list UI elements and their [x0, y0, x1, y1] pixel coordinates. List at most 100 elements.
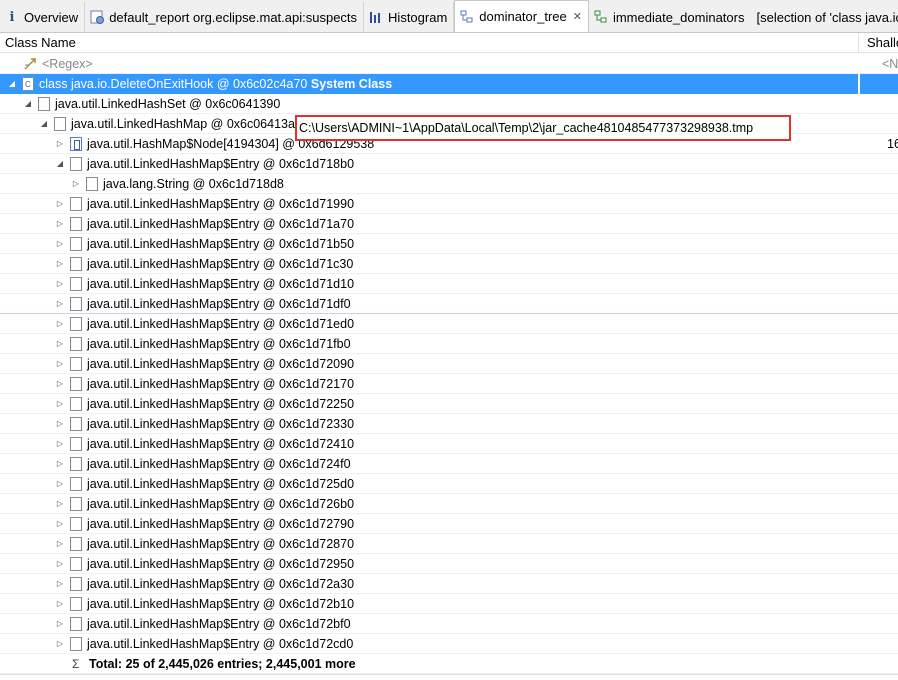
table-row[interactable]: ◢ class java.io.DeleteOnExitHook @ 0x6c0… — [0, 74, 898, 95]
expand-icon[interactable]: ▷ — [54, 494, 66, 514]
column-shallow-heap[interactable]: Shallo — [867, 35, 898, 50]
dominators-icon — [593, 9, 609, 25]
object-icon — [70, 457, 82, 471]
table-row[interactable]: ▷ java.util.LinkedHashMap$Entry @ 0x6c1d7… — [0, 314, 898, 334]
collapse-icon[interactable]: ◢ — [22, 94, 34, 114]
table-row[interactable]: ▷ java.util.LinkedHashMap$Entry @ 0x6c1d7… — [0, 454, 898, 474]
collapse-icon[interactable]: ◢ — [38, 114, 50, 134]
table-row[interactable]: ▷ java.util.LinkedHashMap$Entry @ 0x6c1d7… — [0, 514, 898, 534]
table-row[interactable]: ▷ java.util.LinkedHashMap$Entry @ 0x6c1d7… — [0, 554, 898, 574]
table-row[interactable]: ▷ java.util.LinkedHashMap$Entry @ 0x6c1d7… — [0, 594, 898, 614]
tree-node-label: class java.io.DeleteOnExitHook @ 0x6c02c… — [39, 77, 393, 91]
tab-default-report[interactable]: default_report org.eclipse.mat.api:suspe… — [85, 2, 365, 32]
expand-icon[interactable]: ▷ — [54, 454, 66, 474]
table-row[interactable]: ▷ java.util.LinkedHashMap$Entry @ 0x6c1d7… — [0, 254, 898, 274]
tree-node-label: java.util.LinkedHashMap$Entry @ 0x6c1d72… — [87, 617, 351, 631]
shallow-filter-input[interactable]: <N — [882, 54, 898, 74]
info-icon: i — [9, 9, 15, 25]
expand-icon[interactable]: ▷ — [54, 374, 66, 394]
table-row[interactable]: ▷ java.util.LinkedHashMap$Entry @ 0x6c1d7… — [0, 474, 898, 494]
tree-node-label: java.util.LinkedHashMap @ 0x6c06413a0 — [71, 117, 302, 131]
table-row[interactable]: ▷ java.lang.String @ 0x6c1d718d8 — [0, 174, 898, 194]
expand-icon[interactable]: ▷ — [54, 554, 66, 574]
expand-icon[interactable]: ▷ — [54, 334, 66, 354]
expand-icon[interactable]: ▷ — [54, 574, 66, 594]
table-row[interactable]: ▷ java.util.LinkedHashMap$Entry @ 0x6c1d7… — [0, 194, 898, 214]
table-row[interactable]: ▷ java.util.LinkedHashMap$Entry @ 0x6c1d7… — [0, 394, 898, 414]
tab-immediate-dominators[interactable]: immediate_dominators [selection of 'clas… — [589, 2, 898, 32]
expand-icon[interactable]: ▷ — [54, 134, 66, 154]
table-row[interactable]: ▷ java.util.LinkedHashMap$Entry @ 0x6c1d7… — [0, 494, 898, 514]
expand-icon[interactable]: ▷ — [54, 394, 66, 414]
total-row[interactable]: Σ Total: 25 of 2,445,026 entries; 2,445,… — [0, 654, 898, 674]
expand-icon[interactable]: ▷ — [54, 314, 66, 334]
collapse-icon[interactable]: ◢ — [54, 154, 66, 174]
tree-node-label: java.util.LinkedHashMap$Entry @ 0x6c1d71… — [87, 217, 355, 231]
tree-node-label: java.util.LinkedHashMap$Entry @ 0x6c1d72… — [87, 397, 355, 411]
sum-icon: Σ — [72, 657, 80, 671]
expand-icon[interactable]: ▷ — [54, 294, 66, 314]
expand-icon[interactable]: ▷ — [54, 274, 66, 294]
table-row[interactable]: ▷ java.util.LinkedHashMap$Entry @ 0x6c1d7… — [0, 234, 898, 254]
collapse-icon[interactable]: ◢ — [6, 74, 18, 94]
expand-icon[interactable]: ▷ — [54, 354, 66, 374]
tree-node-label: java.util.LinkedHashMap$Entry @ 0x6c1d72… — [87, 377, 355, 391]
object-icon — [70, 637, 82, 651]
object-icon — [70, 517, 82, 531]
expand-icon[interactable]: ▷ — [70, 174, 82, 194]
table-row[interactable]: ▷ java.util.LinkedHashMap$Entry @ 0x6c1d7… — [0, 334, 898, 354]
table-row[interactable]: ▷ java.util.LinkedHashMap$Entry @ 0x6c1d7… — [0, 274, 898, 294]
editor-tab-bar: i Overview default_report org.eclipse.ma… — [0, 0, 898, 33]
expand-icon[interactable]: ▷ — [54, 194, 66, 214]
table-row[interactable]: ▷ java.util.LinkedHashMap$Entry @ 0x6c1d7… — [0, 414, 898, 434]
table-row[interactable]: ▷ java.util.LinkedHashMap$Entry @ 0x6c1d7… — [0, 374, 898, 394]
tree-node-label: java.util.LinkedHashMap$Entry @ 0x6c1d71… — [87, 197, 355, 211]
tree-node-label: java.util.LinkedHashMap$Entry @ 0x6c1d72… — [87, 557, 355, 571]
table-row[interactable]: ▷ java.util.LinkedHashMap$Entry @ 0x6c1d7… — [0, 574, 898, 594]
regex-filter-row[interactable]: <Regex> <N — [0, 54, 898, 74]
regex-input[interactable]: <Regex> — [42, 54, 93, 74]
column-separator[interactable] — [858, 33, 859, 53]
object-icon — [70, 357, 82, 371]
expand-icon[interactable]: ▷ — [54, 594, 66, 614]
tab-label: Histogram — [388, 9, 448, 25]
expand-icon[interactable]: ▷ — [54, 414, 66, 434]
tree-icon — [459, 9, 475, 25]
tab-overview[interactable]: i Overview — [0, 2, 86, 32]
tab-histogram[interactable]: Histogram — [364, 2, 455, 32]
expand-icon[interactable]: ▷ — [54, 634, 66, 654]
column-class-name[interactable]: Class Name — [5, 35, 76, 50]
table-row[interactable]: ▷ java.util.LinkedHashMap$Entry @ 0x6c1d7… — [0, 634, 898, 654]
table-row[interactable]: ▷ java.util.LinkedHashMap$Entry @ 0x6c1d7… — [0, 534, 898, 554]
table-row[interactable]: ◢ java.util.LinkedHashSet @ 0x6c0641390 — [0, 94, 898, 114]
tree-node-label: java.util.LinkedHashMap$Entry @ 0x6c1d72… — [87, 537, 355, 551]
tree-node-label: java.util.LinkedHashMap$Entry @ 0x6c1d72… — [87, 517, 355, 531]
expand-icon[interactable]: ▷ — [54, 434, 66, 454]
expand-icon[interactable]: ▷ — [54, 254, 66, 274]
table-row[interactable]: ▷ java.util.LinkedHashMap$Entry @ 0x6c1d7… — [0, 614, 898, 634]
object-icon — [70, 157, 82, 171]
expand-icon[interactable]: ▷ — [54, 214, 66, 234]
table-row[interactable]: ▷ java.util.LinkedHashMap$Entry @ 0x6c1d7… — [0, 294, 898, 314]
table-row[interactable]: ▷ java.util.LinkedHashMap$Entry @ 0x6c1d7… — [0, 354, 898, 374]
table-row[interactable]: ▷ java.util.LinkedHashMap$Entry @ 0x6c1d7… — [0, 214, 898, 234]
object-icon — [70, 437, 82, 451]
tree-node-label: java.util.LinkedHashMap$Entry @ 0x6c1d72… — [87, 357, 355, 371]
tree-node-label: java.util.LinkedHashMap$Entry @ 0x6c1d71… — [87, 257, 354, 271]
tree-node-label: java.util.LinkedHashMap$Entry @ 0x6c1d72… — [87, 457, 351, 471]
close-icon[interactable]: ✕ — [573, 10, 582, 23]
expand-icon[interactable]: ▷ — [54, 534, 66, 554]
tree-node-label: java.lang.String @ 0x6c1d718d8 — [103, 177, 284, 191]
expand-icon[interactable]: ▷ — [54, 234, 66, 254]
tab-label: Overview — [24, 9, 79, 25]
table-row[interactable]: ▷ java.util.LinkedHashMap$Entry @ 0x6c1d7… — [0, 434, 898, 454]
table-row[interactable]: ◢ java.util.LinkedHashMap$Entry @ 0x6c1d… — [0, 154, 898, 174]
expand-icon[interactable]: ▷ — [54, 614, 66, 634]
tree-node-label: java.util.LinkedHashMap$Entry @ 0x6c1d72… — [87, 497, 355, 511]
tab-selection-info: [selection of 'class java.io — [756, 9, 898, 25]
expand-icon[interactable]: ▷ — [54, 474, 66, 494]
total-label: Total: 25 of 2,445,026 entries; 2,445,00… — [89, 657, 356, 671]
tab-dominator-tree[interactable]: dominator_tree ✕ — [454, 0, 589, 32]
object-icon — [70, 537, 82, 551]
expand-icon[interactable]: ▷ — [54, 514, 66, 534]
